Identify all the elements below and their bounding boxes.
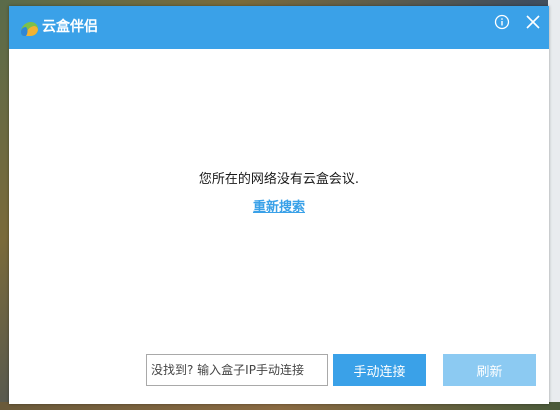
desktop-background-edge: [548, 0, 560, 410]
title-bar: 云盒伴侣: [9, 6, 549, 49]
manual-connect-button[interactable]: 手动连接: [333, 354, 426, 386]
rescan-link[interactable]: 重新搜索: [9, 199, 549, 217]
app-logo-icon: [21, 22, 38, 36]
no-meeting-message: 您所在的网络没有云盒会议.: [198, 172, 360, 187]
box-ip-input[interactable]: [146, 354, 328, 386]
refresh-button[interactable]: 刷新: [443, 354, 536, 386]
window-title: 云盒伴侣: [42, 19, 98, 35]
info-icon[interactable]: [494, 14, 510, 30]
close-icon[interactable]: [524, 13, 542, 31]
app-window: 云盒伴侣 您所在的网络没有云盒会议. 重新搜索 手动连接 刷新: [9, 6, 549, 404]
